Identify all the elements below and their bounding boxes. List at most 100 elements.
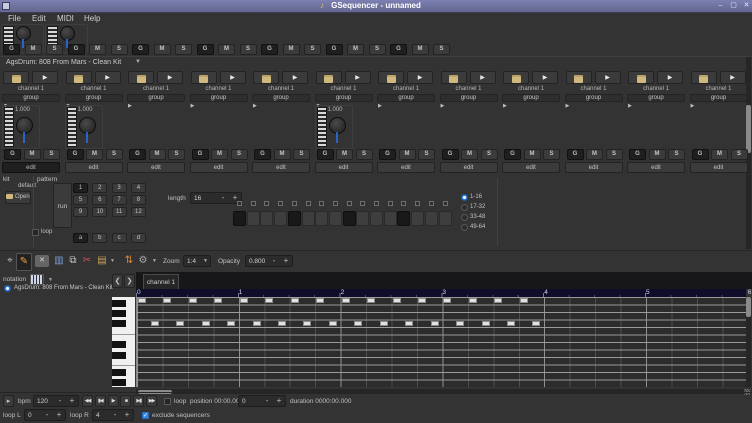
open-sample-button[interactable] (66, 71, 92, 84)
output-solo-button[interactable]: S (111, 44, 128, 55)
open-sample-button[interactable] (503, 71, 529, 84)
output-group-button[interactable]: G (261, 44, 278, 55)
note[interactable] (176, 321, 184, 326)
channel-group-button[interactable]: group (377, 94, 435, 102)
channel-edit-button[interactable]: edit (690, 162, 748, 173)
open-sample-button[interactable] (253, 71, 279, 84)
transport-expander-button[interactable]: ▸ (3, 395, 14, 407)
edit-pencil-icon[interactable]: ✎ (16, 253, 32, 271)
channel-mute-button[interactable]: M (586, 149, 603, 160)
open-sample-button[interactable] (441, 71, 467, 84)
pattern-pad-toggle[interactable] (425, 211, 438, 226)
play-icon[interactable]: ▶ (532, 71, 558, 84)
play-button[interactable]: ▶ (108, 395, 119, 407)
channel-group-button[interactable]: group (315, 94, 373, 102)
note[interactable] (214, 298, 222, 303)
note[interactable] (532, 321, 540, 326)
channel-mute-button[interactable]: M (86, 149, 103, 160)
channel-solo-button[interactable]: S (168, 149, 185, 160)
length-minus-button[interactable]: - (217, 193, 229, 203)
play-icon[interactable]: ▶ (470, 71, 496, 84)
output-mute-button[interactable]: M (218, 44, 235, 55)
play-icon[interactable]: ▶ (595, 71, 621, 84)
note[interactable] (482, 321, 490, 326)
output-mute-button[interactable]: M (154, 44, 171, 55)
pattern-index-button[interactable]: 9 (73, 207, 88, 217)
channel-mute-button[interactable]: M (649, 149, 666, 160)
maximize-button[interactable]: ▢ (729, 2, 738, 10)
pattern-pad-toggle[interactable] (233, 211, 246, 226)
note[interactable] (227, 321, 235, 326)
note[interactable] (380, 321, 388, 326)
channel-group-button[interactable]: G (317, 149, 334, 160)
loop-checkbox[interactable] (164, 398, 171, 405)
channel-edit-button[interactable]: edit (440, 162, 498, 173)
play-icon[interactable]: ▶ (657, 71, 683, 84)
open-sample-button[interactable] (128, 71, 154, 84)
notation-machine-radio[interactable] (4, 285, 11, 292)
channel-edit-button[interactable]: edit (252, 162, 310, 173)
output-solo-button[interactable]: S (304, 44, 321, 55)
note[interactable] (494, 298, 502, 303)
channel-group-button[interactable]: G (504, 149, 521, 160)
strip-expander-arrow-icon[interactable]: ▶ (378, 103, 382, 109)
note[interactable] (189, 298, 197, 303)
note[interactable] (418, 298, 426, 303)
loop-l-minus-button[interactable]: - (41, 410, 53, 420)
channel-group-button[interactable]: G (67, 149, 84, 160)
loop-l-spinner[interactable]: 0 - + (24, 409, 66, 421)
bpm-plus-button[interactable]: + (66, 396, 78, 406)
note[interactable] (278, 321, 286, 326)
pattern-index-button[interactable]: 10 (92, 207, 107, 217)
copy-icon[interactable]: ⧉ (66, 253, 80, 269)
channel-solo-button[interactable]: S (231, 149, 248, 160)
channel-group-button[interactable]: group (502, 94, 560, 102)
play-icon[interactable]: ▶ (345, 71, 371, 84)
black-key[interactable] (112, 300, 126, 307)
output-mute-button[interactable]: M (412, 44, 429, 55)
tab-scroll-left-button[interactable]: ❮ (112, 274, 123, 288)
strip-expander-arrow-icon[interactable]: ▶ (441, 103, 445, 109)
channel-group-button[interactable]: G (629, 149, 646, 160)
black-key[interactable] (112, 320, 126, 327)
note[interactable] (431, 321, 439, 326)
next-button[interactable]: ▶▮ (133, 395, 144, 407)
channel-mute-button[interactable]: M (24, 149, 41, 160)
play-icon[interactable]: ▶ (282, 71, 308, 84)
note[interactable] (151, 321, 159, 326)
piano-keyboard[interactable] (112, 297, 135, 387)
pattern-pad-toggle[interactable] (384, 211, 397, 226)
strip-expander-arrow-icon[interactable]: ▶ (128, 103, 132, 109)
open-sample-button[interactable] (3, 71, 29, 84)
pattern-index-button[interactable]: 1 (73, 183, 88, 193)
minimize-button[interactable]: – (716, 2, 725, 10)
channel-edit-button[interactable]: edit (315, 162, 373, 173)
channel-group-button[interactable]: G (129, 149, 146, 160)
pattern-pad-toggle[interactable] (315, 211, 328, 226)
open-sample-button[interactable] (691, 71, 717, 84)
pattern-index-button[interactable]: 7 (112, 195, 127, 205)
menu-edit[interactable]: Edit (32, 14, 46, 23)
zoom-combo[interactable]: 1:4 ▼ (183, 255, 211, 267)
pattern-pad-toggle[interactable] (397, 211, 410, 226)
note[interactable] (507, 321, 515, 326)
note[interactable] (354, 321, 362, 326)
channel-group-button[interactable]: G (254, 149, 271, 160)
note[interactable] (393, 298, 401, 303)
note[interactable] (405, 321, 413, 326)
note[interactable] (291, 298, 299, 303)
stop-button[interactable]: ■ (120, 395, 131, 407)
pattern-pad-toggle[interactable] (356, 211, 369, 226)
pattern-pad-toggle[interactable] (329, 211, 342, 226)
black-key[interactable] (112, 379, 126, 386)
pattern-pad-toggle[interactable] (247, 211, 260, 226)
tab-scroll-right-button[interactable]: ❯ (124, 274, 135, 288)
output-group-button[interactable]: G (390, 44, 407, 55)
select-icon[interactable]: ▥ (52, 253, 66, 269)
channel-group-button[interactable]: group (565, 94, 623, 102)
channel-group-button[interactable]: group (65, 94, 123, 102)
bpm-minus-button[interactable]: - (54, 396, 66, 406)
channel-group-button[interactable]: group (190, 94, 248, 102)
titlebar[interactable]: GSequencer - unnamed ♪ – ▢ ✕ (0, 0, 752, 13)
channel-group-button[interactable]: group (252, 94, 310, 102)
